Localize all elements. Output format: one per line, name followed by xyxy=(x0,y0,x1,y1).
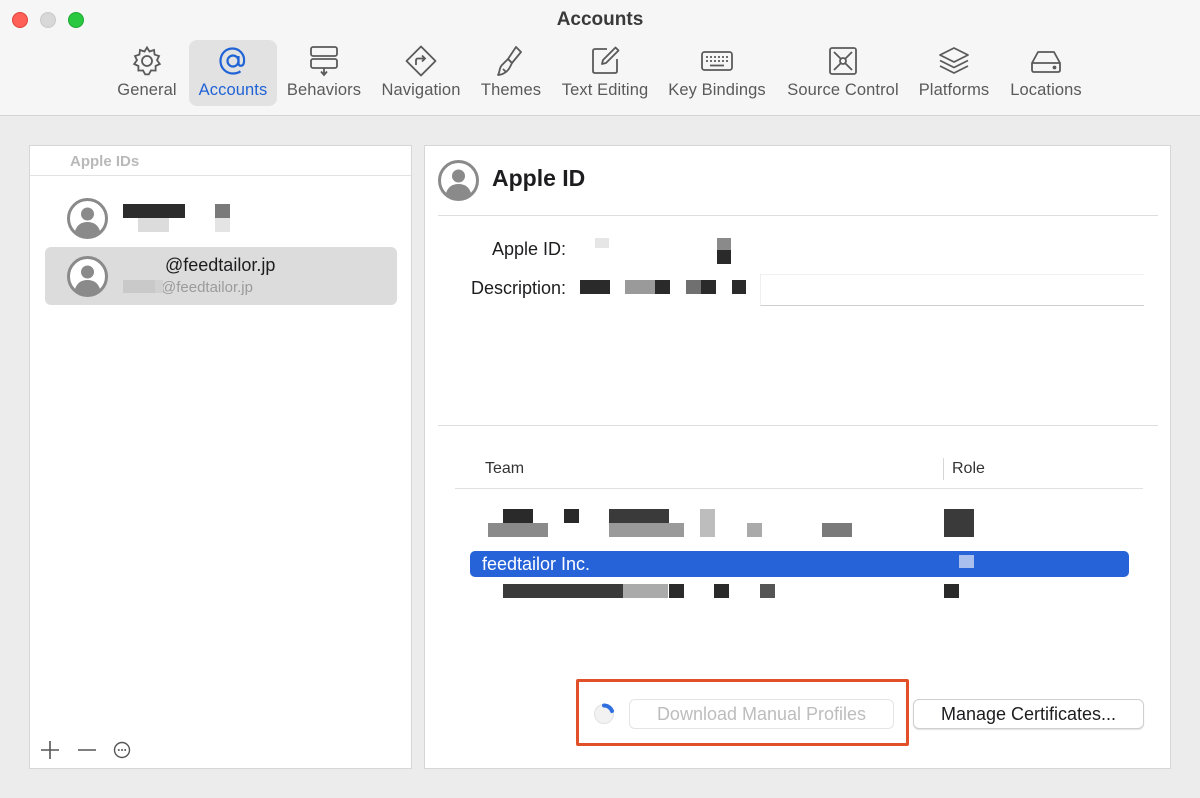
divider xyxy=(438,425,1158,426)
paintbrush-icon xyxy=(494,40,528,80)
navigation-icon xyxy=(404,40,438,80)
apple-ids-list: Apple IDs @feedtailor.jp @feedtailor.jp xyxy=(29,145,412,769)
gear-icon xyxy=(130,40,164,80)
account-name: @feedtailor.jp xyxy=(165,255,276,275)
ellipsis-circle-icon xyxy=(113,741,131,759)
tab-accounts[interactable]: Accounts xyxy=(189,40,277,106)
redacted-description xyxy=(732,280,746,294)
apple-id-avatar-icon xyxy=(438,160,479,201)
window-title: Accounts xyxy=(556,9,644,30)
redacted-name xyxy=(215,204,230,218)
redacted-subtitle xyxy=(138,218,169,232)
tab-key-bindings[interactable]: Key Bindings xyxy=(666,40,768,106)
redacted-subtitle xyxy=(155,280,163,293)
redacted-apple-id xyxy=(717,238,731,250)
team-name: feedtailor Inc. xyxy=(482,554,591,574)
redacted-apple-id xyxy=(595,238,609,248)
source-control-icon xyxy=(826,40,860,80)
divider xyxy=(438,215,1158,216)
account-row[interactable] xyxy=(45,189,397,247)
at-sign-icon xyxy=(216,40,250,80)
tab-platforms[interactable]: Platforms xyxy=(914,40,994,106)
download-manual-profiles-button[interactable]: Download Manual Profiles xyxy=(629,699,894,729)
redacted-description xyxy=(701,280,716,294)
keyboard-icon xyxy=(700,40,734,80)
behaviors-icon xyxy=(307,40,341,80)
tab-general-label: General xyxy=(117,81,177,99)
tab-locations[interactable]: Locations xyxy=(1007,40,1085,106)
minus-icon xyxy=(78,749,96,751)
add-account-button[interactable] xyxy=(38,738,62,762)
account-detail: Apple ID Apple ID: Description: Team Rol… xyxy=(424,145,1171,769)
redacted-description xyxy=(580,280,610,294)
description-field[interactable] xyxy=(760,274,1144,306)
table-row[interactable] xyxy=(470,506,1129,537)
redacted-apple-id xyxy=(717,250,731,264)
column-divider xyxy=(943,458,944,480)
pencil-square-icon xyxy=(588,40,622,80)
remove-account-button[interactable] xyxy=(75,738,99,762)
tab-accounts-label: Accounts xyxy=(198,81,268,99)
tab-key-bindings-label: Key Bindings xyxy=(668,81,766,99)
disk-icon xyxy=(1029,40,1063,80)
plus-icon xyxy=(41,741,59,759)
tab-source-control[interactable]: Source Control xyxy=(783,40,903,106)
toolbar: Accounts General Accounts Behaviors Navi… xyxy=(0,0,1200,116)
account-subtitle: @feedtailor.jp xyxy=(161,279,253,296)
tab-platforms-label: Platforms xyxy=(918,81,990,99)
table-row[interactable] xyxy=(470,578,1129,604)
table-row-selected[interactable]: feedtailor Inc. xyxy=(470,551,1129,577)
team-column-header[interactable]: Team xyxy=(485,460,524,478)
tab-source-control-label: Source Control xyxy=(787,81,899,99)
tab-behaviors-label: Behaviors xyxy=(286,81,362,99)
list-footer xyxy=(30,732,411,768)
account-row-selected[interactable]: @feedtailor.jp @feedtailor.jp xyxy=(45,247,397,305)
more-options-button[interactable] xyxy=(110,738,134,762)
tab-text-editing-label: Text Editing xyxy=(561,81,649,99)
tab-text-editing[interactable]: Text Editing xyxy=(558,40,652,106)
detail-title: Apple ID xyxy=(492,165,586,191)
description-label: Description: xyxy=(470,278,566,298)
tab-themes[interactable]: Themes xyxy=(478,40,544,106)
role-column-header[interactable]: Role xyxy=(952,460,985,478)
apple-id-label: Apple ID: xyxy=(491,239,566,259)
manage-certificates-button[interactable]: Manage Certificates... xyxy=(913,699,1144,729)
tab-navigation-label: Navigation xyxy=(381,81,461,99)
redacted-subtitle xyxy=(123,280,155,293)
redacted-description xyxy=(655,280,670,294)
tab-behaviors[interactable]: Behaviors xyxy=(285,40,363,106)
tab-locations-label: Locations xyxy=(1010,81,1082,99)
redacted-subtitle xyxy=(215,218,230,232)
tab-navigation[interactable]: Navigation xyxy=(378,40,464,106)
redacted-name xyxy=(123,204,185,218)
layers-icon xyxy=(937,40,971,80)
apple-ids-header: Apple IDs xyxy=(30,146,411,176)
table-header-divider xyxy=(455,488,1143,489)
account-avatar-icon xyxy=(67,198,108,239)
tab-themes-label: Themes xyxy=(480,81,542,99)
tab-general[interactable]: General xyxy=(112,40,182,106)
loading-spinner-icon xyxy=(594,703,614,724)
preferences-window: Accounts General Accounts Behaviors Navi… xyxy=(0,0,1200,798)
account-avatar-icon xyxy=(67,256,108,297)
